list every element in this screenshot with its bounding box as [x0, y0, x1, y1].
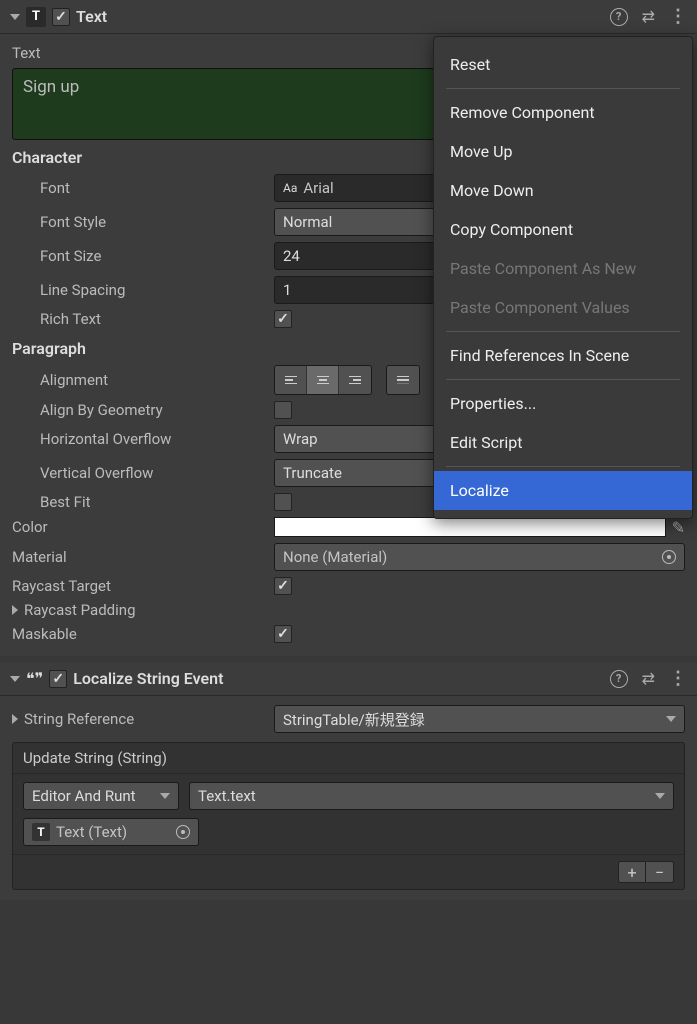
foldout-icon[interactable] [10, 14, 20, 20]
menu-separator [446, 331, 680, 332]
menu-edit-script[interactable]: Edit Script [434, 423, 692, 462]
material-field[interactable]: None (Material) [274, 543, 685, 571]
best-fit-label: Best Fit [12, 493, 274, 511]
best-fit-checkbox[interactable] [274, 493, 292, 511]
raycast-target-label: Raycast Target [12, 577, 274, 595]
help-icon[interactable]: ? [610, 670, 628, 688]
font-aa-icon: Aa [283, 181, 297, 195]
v-align-group [386, 365, 420, 395]
maskable-checkbox[interactable] [274, 625, 292, 643]
localize-component: ❝❞ Localize String Event ? ⇄ ⋮ String Re… [0, 662, 697, 900]
material-value: None (Material) [283, 548, 387, 566]
font-style-value: Normal [283, 213, 332, 231]
localize-icon: ❝❞ [26, 669, 43, 688]
v-overflow-value: Truncate [283, 464, 342, 482]
maskable-label: Maskable [12, 625, 274, 643]
chevron-down-icon [655, 793, 665, 799]
text-type-icon: T [32, 823, 50, 841]
h-overflow-value: Wrap [283, 430, 318, 448]
help-icon[interactable]: ? [610, 8, 628, 26]
object-picker-icon[interactable] [176, 825, 190, 839]
menu-separator [446, 88, 680, 89]
menu-icon[interactable]: ⋮ [669, 668, 687, 689]
text-component-header[interactable]: T Text ? ⇄ ⋮ [0, 0, 697, 34]
align-by-geometry-checkbox[interactable] [274, 401, 292, 419]
target-method-dropdown[interactable]: Text.text [189, 782, 674, 810]
material-label: Material [12, 548, 274, 566]
component-title: Text [76, 7, 604, 26]
string-reference-value: StringTable/新規登録 [283, 709, 425, 730]
v-overflow-label: Vertical Overflow [12, 464, 274, 482]
font-value: Arial [303, 179, 333, 197]
color-swatch[interactable] [274, 517, 666, 537]
menu-icon[interactable]: ⋮ [669, 6, 687, 27]
remove-listener-button[interactable]: − [646, 861, 674, 883]
add-listener-button[interactable]: + [618, 861, 646, 883]
raycast-target-checkbox[interactable] [274, 577, 292, 595]
align-by-geometry-label: Align By Geometry [12, 401, 274, 419]
menu-move-up[interactable]: Move Up [434, 132, 692, 171]
font-style-label: Font Style [12, 213, 274, 231]
call-mode-value: Editor And Runt [32, 787, 136, 805]
call-mode-dropdown[interactable]: Editor And Runt [23, 782, 179, 810]
rich-text-label: Rich Text [12, 310, 274, 328]
align-right-button[interactable] [339, 366, 371, 394]
foldout-icon[interactable] [12, 605, 18, 615]
target-object-value: Text (Text) [56, 823, 127, 841]
menu-reset[interactable]: Reset [434, 45, 692, 84]
menu-localize[interactable]: Localize [434, 471, 692, 510]
raycast-padding-label: Raycast Padding [24, 601, 274, 619]
font-size-label: Font Size [12, 247, 274, 265]
string-reference-dropdown[interactable]: StringTable/新規登録 [274, 705, 685, 733]
foldout-icon[interactable] [10, 676, 20, 682]
object-picker-icon[interactable] [662, 550, 676, 564]
font-label: Font [12, 179, 274, 197]
chevron-down-icon [666, 716, 676, 722]
preset-icon[interactable]: ⇄ [642, 7, 655, 26]
foldout-icon[interactable] [12, 714, 18, 724]
menu-copy-component[interactable]: Copy Component [434, 210, 692, 249]
target-method-value: Text.text [198, 787, 256, 805]
rich-text-checkbox[interactable] [274, 310, 292, 328]
menu-separator [446, 466, 680, 467]
event-header: Update String (String) [13, 743, 684, 774]
eyedropper-icon[interactable]: ✎ [672, 518, 685, 537]
align-top-button[interactable] [387, 366, 419, 394]
line-spacing-label: Line Spacing [12, 281, 274, 299]
preset-icon[interactable]: ⇄ [642, 669, 655, 688]
component-title: Localize String Event [73, 669, 603, 688]
alignment-label: Alignment [12, 371, 274, 389]
target-object-field[interactable]: T Text (Text) [23, 818, 199, 846]
color-label: Color [12, 518, 274, 536]
string-reference-label: String Reference [24, 710, 274, 728]
text-component-icon: T [26, 7, 46, 27]
chevron-down-icon [160, 793, 170, 799]
unity-event-box: Update String (String) Editor And Runt T… [12, 742, 685, 890]
menu-paste-values: Paste Component Values [434, 288, 692, 327]
menu-separator [446, 379, 680, 380]
h-overflow-label: Horizontal Overflow [12, 430, 274, 448]
enable-checkbox[interactable] [52, 8, 70, 26]
menu-remove-component[interactable]: Remove Component [434, 93, 692, 132]
align-left-button[interactable] [275, 366, 307, 394]
h-align-group [274, 365, 372, 395]
localize-component-header[interactable]: ❝❞ Localize String Event ? ⇄ ⋮ [0, 662, 697, 696]
menu-move-down[interactable]: Move Down [434, 171, 692, 210]
enable-checkbox[interactable] [49, 670, 67, 688]
menu-find-references[interactable]: Find References In Scene [434, 336, 692, 375]
menu-paste-as-new: Paste Component As New [434, 249, 692, 288]
menu-properties[interactable]: Properties... [434, 384, 692, 423]
align-center-button[interactable] [307, 366, 339, 394]
context-menu: Reset Remove Component Move Up Move Down… [433, 36, 693, 519]
